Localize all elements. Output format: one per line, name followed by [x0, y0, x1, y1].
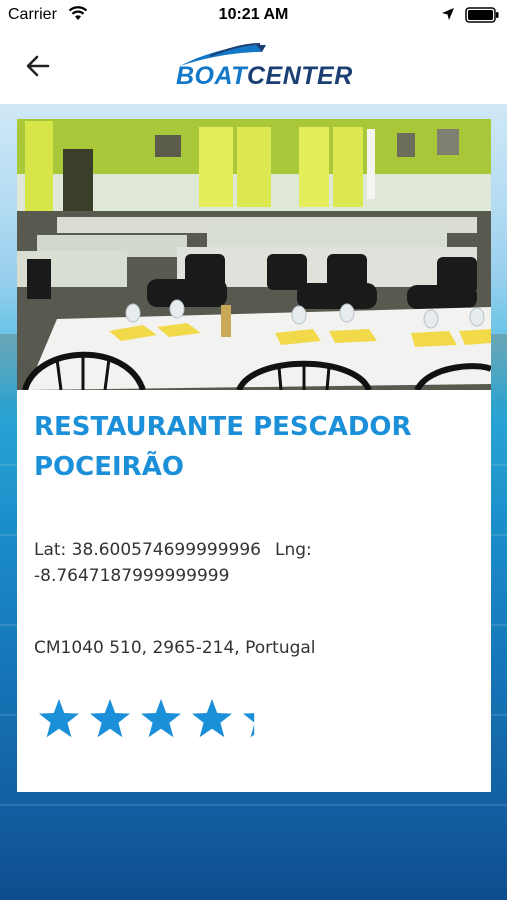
coordinates: Lat: 38.600574699999996 Lng: -8.764718799… — [34, 537, 474, 589]
star-icon — [141, 699, 181, 738]
star-icon — [39, 699, 79, 738]
back-arrow-icon[interactable] — [22, 52, 54, 80]
location-arrow-icon — [442, 8, 454, 20]
place-title-line1: RESTAURANTE PESCADOR — [34, 412, 412, 442]
star-icon — [90, 699, 130, 738]
clock: 10:21 AM — [218, 6, 289, 23]
place-title: RESTAURANTE PESCADOR POCEIRÃO — [34, 407, 474, 487]
status-bar: Carrier 10:21 AM — [0, 0, 507, 30]
address: CM1040 510, 2965-214, Portugal — [34, 638, 316, 658]
star-rating — [37, 697, 297, 743]
latitude-text: Lat: 38.600574699999996 — [34, 540, 261, 560]
place-card[interactable]: RESTAURANTE PESCADOR POCEIRÃO Lat: 38.60… — [17, 119, 491, 792]
logo-part-center: CENTER — [246, 62, 353, 90]
longitude-label: Lng: — [274, 540, 312, 560]
boatcenter-logo: BOATCENTER — [170, 40, 352, 92]
nav-bar: BOATCENTER — [0, 30, 507, 104]
restaurant-interior-image — [17, 119, 491, 390]
logo-part-boat: BOAT — [176, 62, 247, 90]
restaurant-photo — [17, 119, 491, 390]
battery-icon — [465, 7, 499, 23]
longitude-value: -8.7647187999999999 — [34, 566, 230, 586]
star-icon — [192, 699, 232, 738]
place-title-line2: POCEIRÃO — [34, 452, 184, 482]
logo-wordmark: BOATCENTER — [176, 62, 353, 91]
partial-star-icon — [243, 713, 255, 738]
